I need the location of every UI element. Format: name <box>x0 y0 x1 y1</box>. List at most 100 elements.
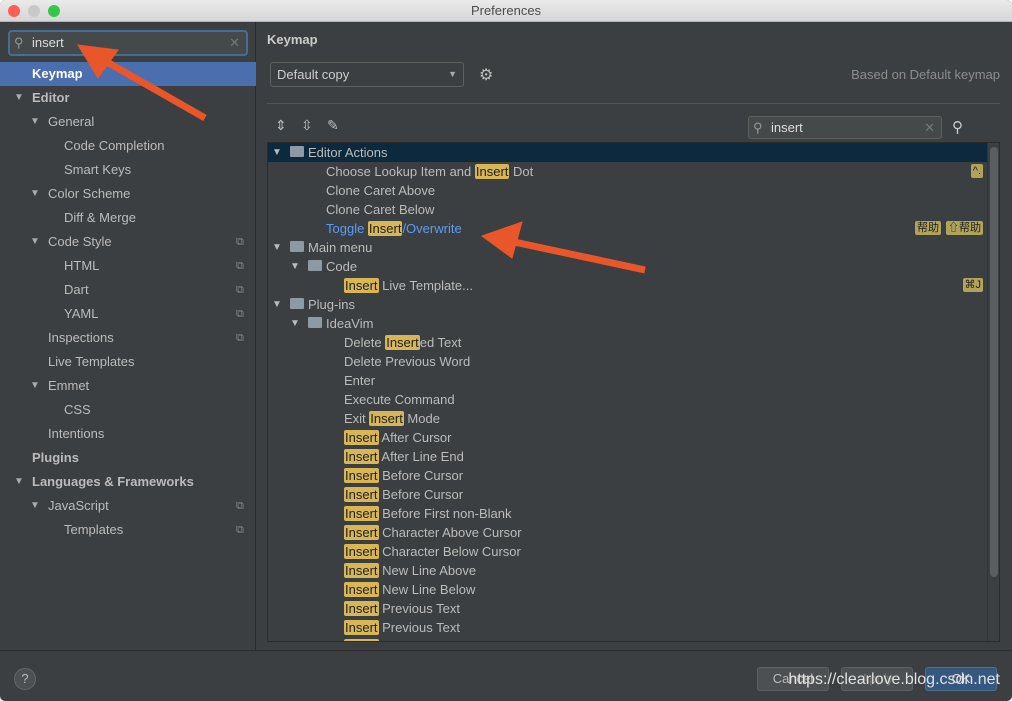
action-label: Execute Command <box>344 390 455 409</box>
expand-triangle-icon[interactable]: ▼ <box>272 295 282 314</box>
action-row[interactable]: Delete Inserted Text <box>268 333 999 352</box>
sidebar-item[interactable]: Keymap <box>0 62 256 86</box>
expand-triangle-icon[interactable]: ▼ <box>290 257 300 276</box>
action-row[interactable]: Toggle Insert/Overwrite 帮助 ⇧帮助 <box>268 219 999 238</box>
action-text: Execute Command <box>344 392 455 407</box>
sidebar-item[interactable]: CSS <box>0 398 256 422</box>
title-bar: Preferences <box>0 0 1012 22</box>
action-row[interactable]: Clone Caret Below <box>268 200 999 219</box>
gear-icon[interactable]: ⚙ <box>479 65 493 85</box>
sidebar-item[interactable]: ▼ Color Scheme <box>0 182 256 206</box>
sidebar-item[interactable]: Templates ⧉ <box>0 518 256 542</box>
collapse-all-icon[interactable]: ⇳ <box>301 117 313 134</box>
sidebar-item[interactable]: Intentions <box>0 422 256 446</box>
expand-triangle-icon[interactable]: ▼ <box>30 110 40 134</box>
find-by-shortcut-icon[interactable]: ⚲ <box>952 118 963 136</box>
sidebar-item[interactable]: YAML ⧉ <box>0 302 256 326</box>
expand-triangle-icon[interactable]: ▼ <box>30 230 40 254</box>
clear-filter-icon[interactable]: ✕ <box>924 117 935 138</box>
shortcut-badge: ⇧帮助 <box>946 221 983 235</box>
action-filter-input[interactable]: ⚲ insert ✕ <box>748 116 942 139</box>
sidebar-item[interactable]: ▼ Code Style ⧉ <box>0 230 256 254</box>
sidebar-item[interactable]: Smart Keys <box>0 158 256 182</box>
expand-all-icon[interactable]: ⇕ <box>275 117 287 134</box>
sidebar-item[interactable]: Plugins <box>0 446 256 470</box>
sidebar-item[interactable]: HTML ⧉ <box>0 254 256 278</box>
action-row[interactable]: Insert Before First non-Blank <box>268 504 999 523</box>
tree-group-row[interactable]: ▼ Main menu <box>268 238 999 257</box>
action-row[interactable]: Insert After Cursor <box>268 428 999 447</box>
expand-triangle-icon[interactable]: ▼ <box>30 374 40 398</box>
action-row[interactable]: Insert After Line End <box>268 447 999 466</box>
search-match-highlight: Insert <box>344 278 379 293</box>
action-label: Toggle Insert/Overwrite <box>326 219 462 238</box>
menu-folder-icon <box>290 241 304 252</box>
action-row[interactable]: Execute Command <box>268 390 999 409</box>
expand-triangle-icon[interactable]: ▼ <box>290 314 300 333</box>
action-text: Editor Actions <box>308 145 388 160</box>
action-text: Character Below Cursor <box>378 544 521 559</box>
expand-triangle-icon[interactable]: ▼ <box>30 182 40 206</box>
sidebar-item[interactable]: Code Completion <box>0 134 256 158</box>
action-row[interactable]: Choose Lookup Item and Insert Dot ^. <box>268 162 999 181</box>
expand-triangle-icon[interactable]: ▼ <box>14 86 24 110</box>
search-match-highlight: Insert <box>344 468 379 483</box>
shortcut-badge: ^. <box>970 164 983 178</box>
action-row[interactable]: Clone Caret Above <box>268 181 999 200</box>
action-row[interactable]: Insert Live Template... ⌘J <box>268 276 999 295</box>
action-text: New Line Above <box>378 563 477 578</box>
tree-group-row[interactable]: ▼ IdeaVim <box>268 314 999 333</box>
sidebar-item[interactable]: ▼ Editor <box>0 86 256 110</box>
sidebar-item[interactable]: ▼ General <box>0 110 256 134</box>
sidebar-item[interactable]: ▼ JavaScript ⧉ <box>0 494 256 518</box>
expand-triangle-icon[interactable]: ▼ <box>14 470 24 494</box>
zoom-window-button[interactable] <box>48 5 60 17</box>
action-row[interactable]: Insert New Line Below <box>268 580 999 599</box>
action-row[interactable]: Insert Previous Text <box>268 599 999 618</box>
sidebar-item[interactable]: Live Templates <box>0 350 256 374</box>
minimize-window-button[interactable] <box>28 5 40 17</box>
keymap-select[interactable]: Default copy ▼ <box>270 62 464 87</box>
action-row[interactable]: Insert Character Below Cursor <box>268 542 999 561</box>
sidebar-item[interactable]: ▼ Emmet <box>0 374 256 398</box>
tree-group-row[interactable]: ▼ Plug-ins <box>268 295 999 314</box>
action-row[interactable]: Enter <box>268 371 999 390</box>
action-row[interactable]: Exit Insert Mode <box>268 409 999 428</box>
sidebar-item[interactable]: ▼ Languages & Frameworks <box>0 470 256 494</box>
action-row[interactable]: Insert Before Cursor <box>268 485 999 504</box>
action-row[interactable]: Delete Previous Word <box>268 352 999 371</box>
action-row[interactable]: Insert Register <box>268 637 999 641</box>
expand-triangle-icon[interactable]: ▼ <box>272 238 282 257</box>
sidebar-item[interactable]: Dart ⧉ <box>0 278 256 302</box>
action-row[interactable]: Insert New Line Above <box>268 561 999 580</box>
action-label: Editor Actions <box>308 143 388 162</box>
settings-tree: Keymap ▼ Editor ▼ General Code Completion Smar… <box>0 62 256 542</box>
tree-group-row[interactable]: ▼ Editor Actions <box>268 143 999 162</box>
edit-pencil-icon[interactable]: ✎ <box>327 117 339 134</box>
search-value: insert <box>32 35 64 50</box>
close-window-button[interactable] <box>8 5 20 17</box>
scrollbar-thumb[interactable] <box>990 147 998 577</box>
action-label: IdeaVim <box>326 314 373 333</box>
search-icon: ⚲ <box>753 120 763 135</box>
action-text: After Line End <box>378 449 464 464</box>
search-match-highlight: Insert <box>344 449 379 464</box>
action-row[interactable]: Insert Before Cursor <box>268 466 999 485</box>
settings-search-input[interactable]: ⚲ insert ✕ <box>8 30 248 56</box>
action-row[interactable]: Insert Previous Text <box>268 618 999 637</box>
window-title: Preferences <box>470 3 542 18</box>
sidebar-item-label: Editor <box>32 90 70 105</box>
tree-group-row[interactable]: ▼ Code <box>268 257 999 276</box>
sidebar-item[interactable]: Inspections ⧉ <box>0 326 256 350</box>
help-button[interactable]: ? <box>14 668 36 690</box>
action-label: Insert Register <box>344 637 431 641</box>
sidebar-item[interactable]: Diff & Merge <box>0 206 256 230</box>
expand-triangle-icon[interactable]: ▼ <box>30 494 40 518</box>
clear-search-icon[interactable]: ✕ <box>229 32 240 54</box>
based-on-label: Based on Default keymap <box>851 67 1000 82</box>
vertical-scrollbar[interactable] <box>987 143 999 641</box>
action-row[interactable]: Insert Character Above Cursor <box>268 523 999 542</box>
expand-triangle-icon[interactable]: ▼ <box>272 143 282 162</box>
action-label: Main menu <box>308 238 372 257</box>
sidebar-item-label: JavaScript <box>48 498 109 513</box>
